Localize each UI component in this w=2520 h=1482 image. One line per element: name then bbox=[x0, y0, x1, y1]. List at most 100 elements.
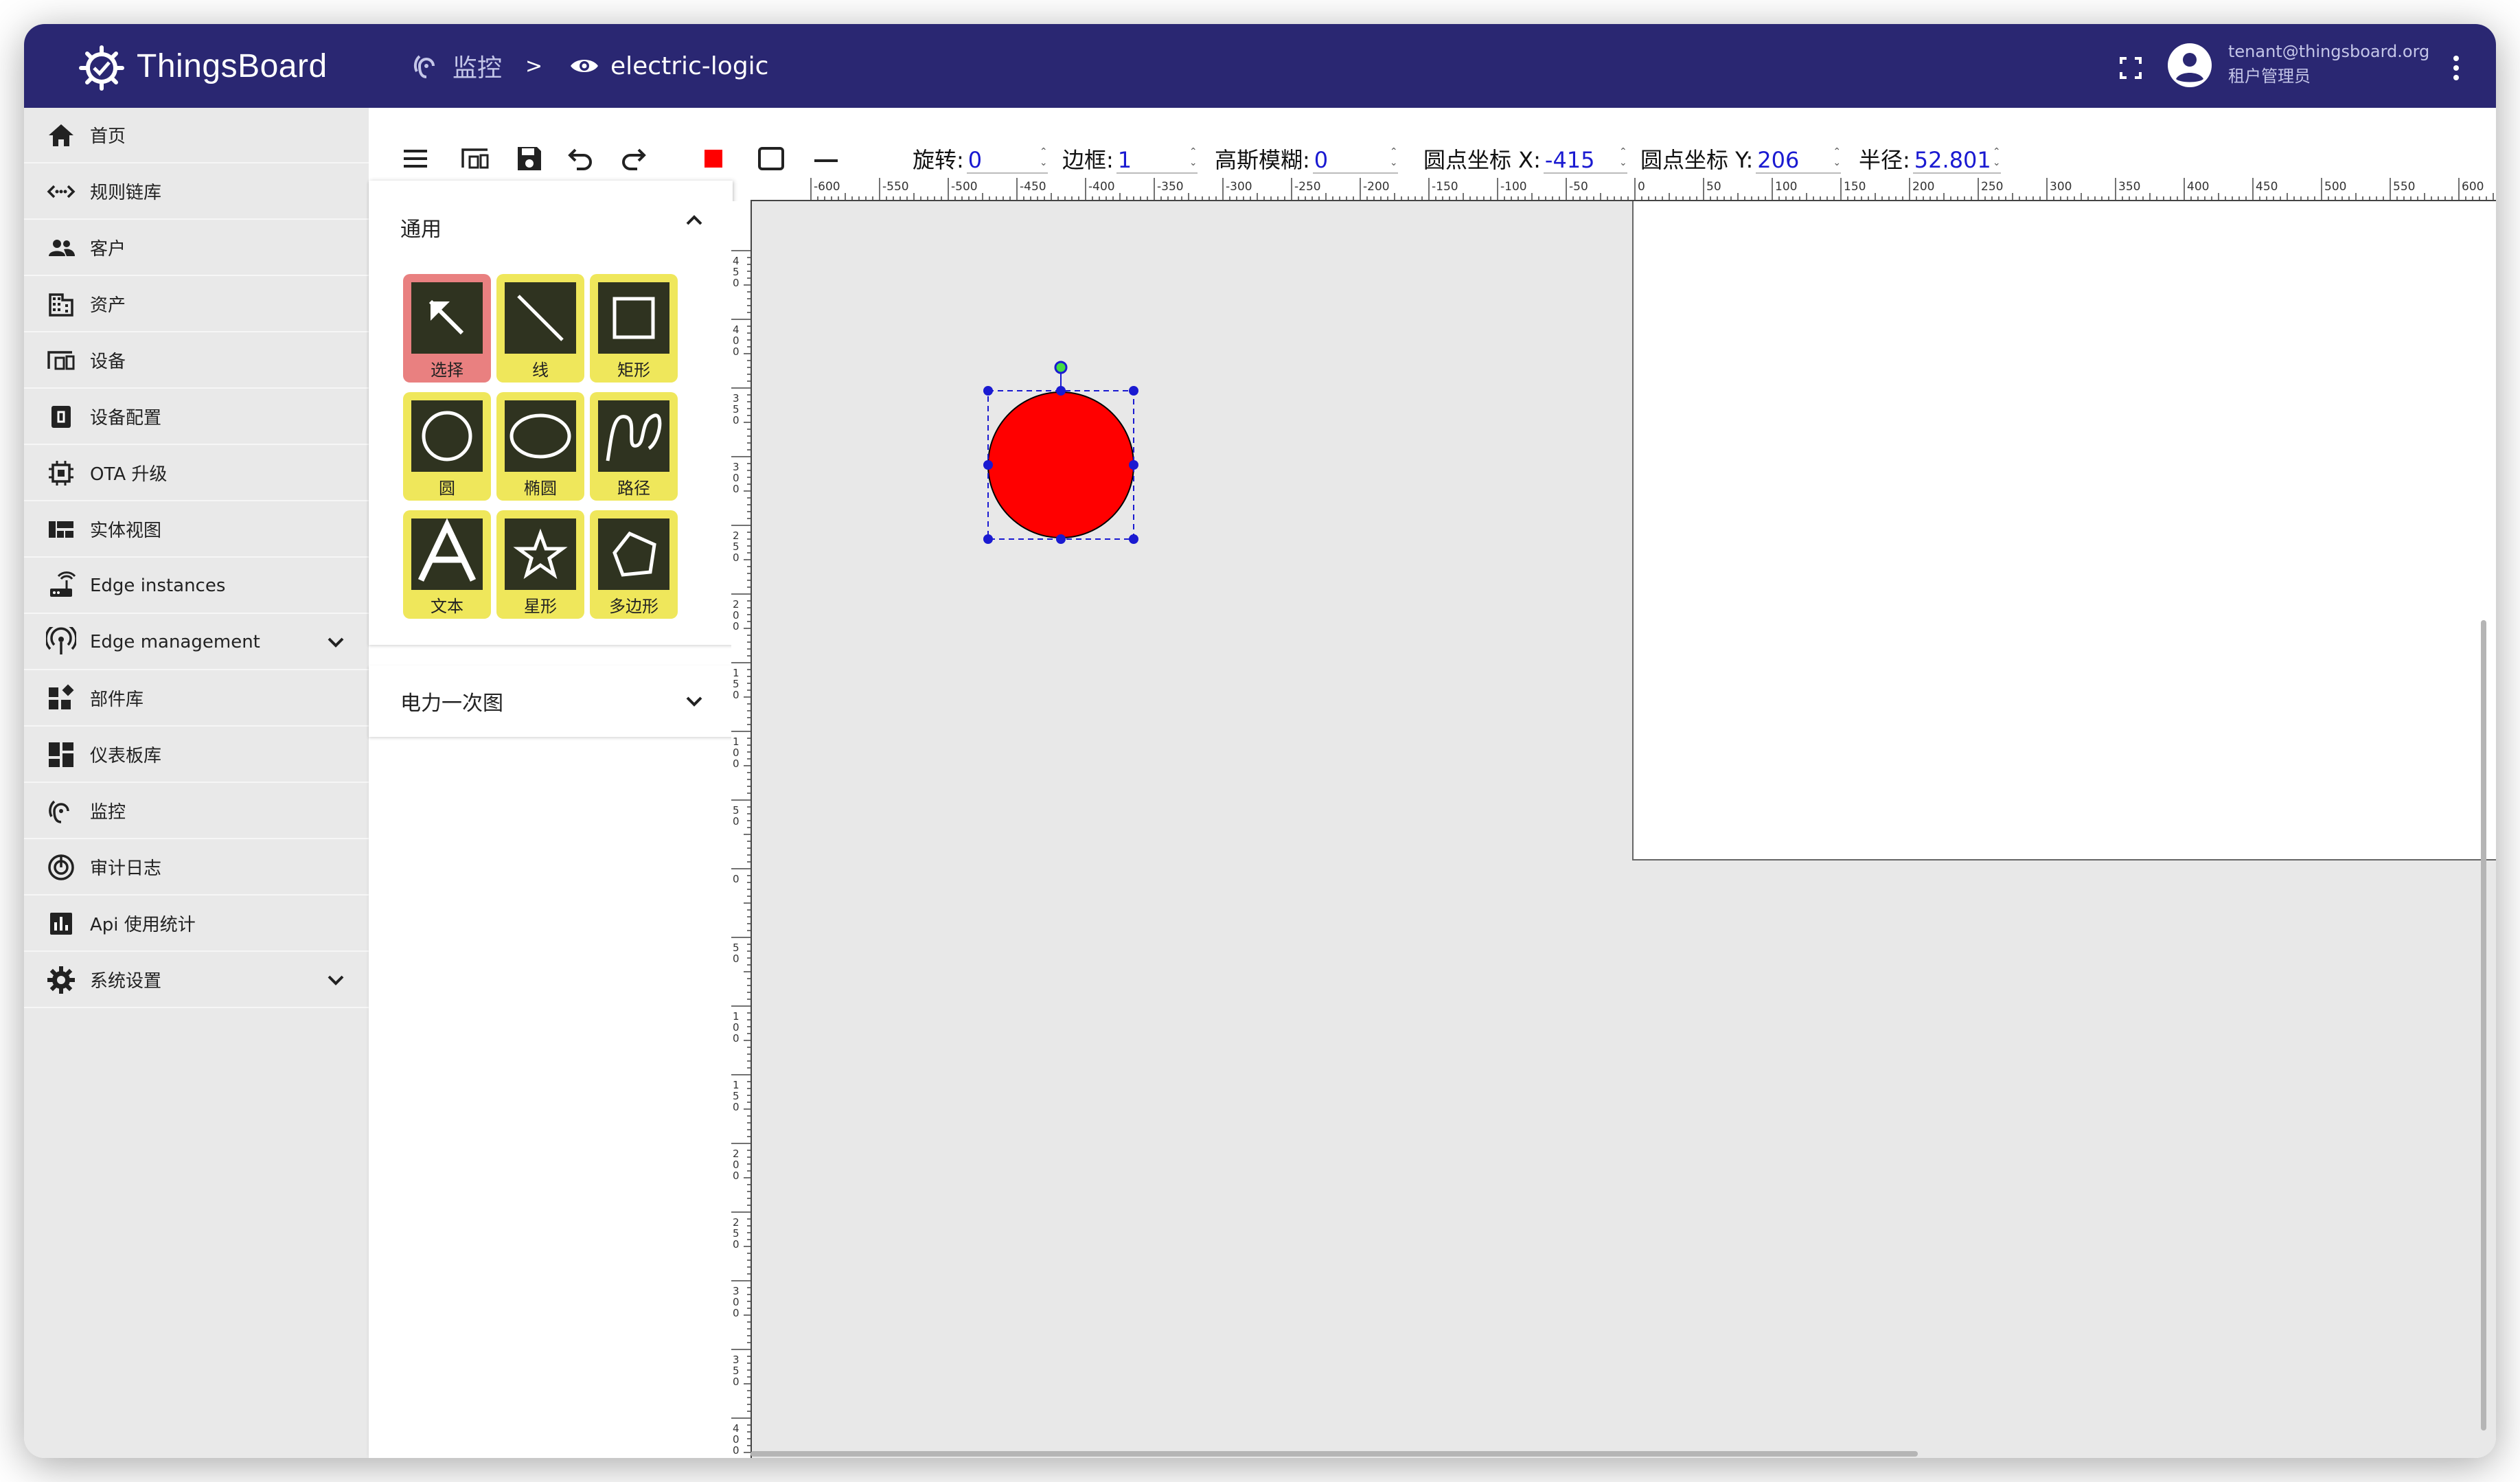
tool-rectangle[interactable]: 矩形 bbox=[590, 274, 678, 383]
general-section-title[interactable]: 通用 bbox=[400, 212, 442, 242]
resize-handle[interactable] bbox=[983, 534, 993, 544]
ruler-label: -100 bbox=[1500, 180, 1527, 194]
fill-color-button[interactable] bbox=[697, 142, 730, 175]
save-button[interactable] bbox=[513, 142, 546, 175]
tool-path[interactable]: 路径 bbox=[590, 392, 678, 501]
ruler-label: 400 bbox=[2187, 180, 2209, 194]
sidebar-item-customers[interactable]: 客户 bbox=[24, 220, 369, 276]
sidebar-item-label: 监控 bbox=[90, 802, 126, 823]
ruler-label: -150 bbox=[1432, 180, 1458, 194]
rotate-handle-icon[interactable] bbox=[1054, 361, 1068, 374]
sidebar-item-monitor[interactable]: 监控 bbox=[24, 784, 369, 839]
wifi-antenna-icon bbox=[46, 626, 76, 657]
sidebar-item-api-usage[interactable]: Api 使用统计 bbox=[24, 896, 369, 952]
resize-handle[interactable] bbox=[983, 460, 993, 470]
redo-button[interactable] bbox=[617, 142, 650, 175]
radius-input[interactable]: 52.801 ⌃ ⌄ bbox=[1912, 146, 2001, 174]
menu-button[interactable] bbox=[399, 142, 432, 175]
resize-handle[interactable] bbox=[983, 386, 993, 396]
tool-text[interactable]: 文本 bbox=[403, 510, 491, 619]
logo[interactable]: ThingsBoard bbox=[73, 38, 328, 94]
sidebar-item-label: 首页 bbox=[90, 126, 126, 147]
red-circle[interactable] bbox=[987, 391, 1134, 538]
sidebar-item-dashboards[interactable]: 仪表板库 bbox=[24, 727, 369, 783]
sidebar-item-edge-instances[interactable]: Edge instances bbox=[24, 558, 369, 614]
border-input[interactable]: 1 ⌃ ⌄ bbox=[1116, 146, 1198, 174]
border-label: 边框: bbox=[1062, 147, 1114, 173]
ruler-label: -550 bbox=[882, 180, 909, 194]
spinner-icon[interactable]: ⌃ ⌄ bbox=[1833, 146, 1841, 170]
rotate-value: 0 bbox=[967, 147, 983, 173]
rotate-input[interactable]: 0 ⌃ ⌄ bbox=[966, 146, 1048, 174]
fill-color-swatch-icon bbox=[705, 150, 722, 168]
resize-handle[interactable] bbox=[1056, 534, 1066, 544]
tool-polygon[interactable]: 多边形 bbox=[590, 510, 678, 619]
resize-handle[interactable] bbox=[1129, 460, 1138, 470]
sidebar-item-devices[interactable]: 设备 bbox=[24, 333, 369, 389]
tool-star[interactable]: 星形 bbox=[496, 510, 584, 619]
user-info[interactable]: tenant@thingsboard.org 租户管理员 bbox=[2228, 39, 2429, 89]
blur-field: 高斯模糊: 0 ⌃ ⌄ bbox=[1215, 139, 1398, 174]
customers-icon bbox=[46, 233, 76, 263]
tool-label: 文本 bbox=[431, 597, 463, 616]
rule-chain-icon bbox=[46, 176, 76, 207]
more-menu-button[interactable] bbox=[2441, 49, 2471, 87]
chevron-up-icon[interactable] bbox=[682, 208, 707, 233]
line-icon bbox=[517, 295, 564, 341]
sidebar-item-settings[interactable]: 系统设置 bbox=[24, 953, 369, 1008]
sidebar-item-label: 实体视图 bbox=[90, 521, 162, 541]
tool-select[interactable]: 选择 bbox=[403, 274, 491, 383]
resize-handle[interactable] bbox=[1129, 386, 1138, 396]
cx-label: 圆点坐标 X: bbox=[1423, 147, 1541, 173]
artboard[interactable] bbox=[1632, 201, 2496, 860]
fullscreen-button[interactable] bbox=[2111, 49, 2150, 87]
selected-circle-shape[interactable] bbox=[972, 352, 1150, 551]
blur-input[interactable]: 0 ⌃ ⌄ bbox=[1312, 146, 1398, 174]
sidebar-item-label: 系统设置 bbox=[90, 971, 162, 992]
drawing-canvas[interactable] bbox=[752, 201, 2496, 1458]
chevron-down-icon[interactable] bbox=[323, 630, 348, 654]
sidebar-item-label: 仪表板库 bbox=[90, 746, 162, 766]
resize-handle[interactable] bbox=[1129, 534, 1138, 544]
sidebar-item-entity-views[interactable]: 实体视图 bbox=[24, 502, 369, 558]
ruler-label: 0 bbox=[733, 1032, 740, 1045]
stroke-color-button[interactable] bbox=[755, 142, 788, 175]
ruler-label: 300 bbox=[2050, 180, 2072, 194]
sidebar-item-assets[interactable]: 资产 bbox=[24, 277, 369, 332]
vertical-scrollbar[interactable] bbox=[2481, 620, 2486, 1430]
stroke-style-button[interactable] bbox=[810, 142, 843, 175]
sidebar-item-home[interactable]: 首页 bbox=[24, 108, 369, 163]
audit-icon bbox=[46, 852, 76, 882]
spinner-icon[interactable]: ⌃ ⌄ bbox=[1189, 146, 1198, 170]
chevron-down-icon[interactable] bbox=[682, 689, 707, 714]
radius-value: 52.801 bbox=[1914, 147, 1991, 173]
undo-button[interactable] bbox=[564, 142, 597, 175]
horizontal-scrollbar[interactable] bbox=[751, 1451, 1918, 1457]
spinner-icon[interactable]: ⌃ ⌄ bbox=[1040, 146, 1048, 170]
tool-ellipse[interactable]: 椭圆 bbox=[496, 392, 584, 501]
spinner-icon[interactable]: ⌃ ⌄ bbox=[1619, 146, 1627, 170]
power-diagram-section[interactable]: 电力一次图 bbox=[369, 665, 733, 737]
ruler-label: 100 bbox=[1775, 180, 1797, 194]
sidebar-item-widgets[interactable]: 部件库 bbox=[24, 671, 369, 727]
sidebar-item-ota[interactable]: OTA 升级 bbox=[24, 446, 369, 501]
cx-input[interactable]: -415 ⌃ ⌄ bbox=[1543, 146, 1627, 174]
breadcrumb-monitor[interactable]: 监控 bbox=[410, 45, 502, 87]
tool-line[interactable]: 线 bbox=[496, 274, 584, 383]
spinner-icon[interactable]: ⌃ ⌄ bbox=[1390, 146, 1398, 170]
sidebar-item-device-profiles[interactable]: 设备配置 bbox=[24, 389, 369, 445]
ruler-label: 0 bbox=[733, 414, 740, 426]
tool-circle[interactable]: 圆 bbox=[403, 392, 491, 501]
sidebar-item-audit-logs[interactable]: 审计日志 bbox=[24, 840, 369, 896]
ruler-label: 450 bbox=[2256, 180, 2278, 194]
account-avatar-icon[interactable] bbox=[2165, 41, 2214, 90]
resize-handle[interactable] bbox=[1056, 386, 1066, 396]
device-preview-button[interactable] bbox=[459, 142, 492, 175]
chevron-down-icon[interactable] bbox=[323, 968, 348, 992]
ruler-label: 0 bbox=[733, 689, 740, 701]
sidebar-item-edge-management[interactable]: Edge management bbox=[24, 615, 369, 670]
sidebar-item-rule-chains[interactable]: 规则链库 bbox=[24, 164, 369, 220]
tool-label: 椭圆 bbox=[524, 479, 557, 498]
cy-input[interactable]: 206 ⌃ ⌄ bbox=[1756, 146, 1842, 174]
spinner-icon[interactable]: ⌃ ⌄ bbox=[1993, 146, 2001, 170]
